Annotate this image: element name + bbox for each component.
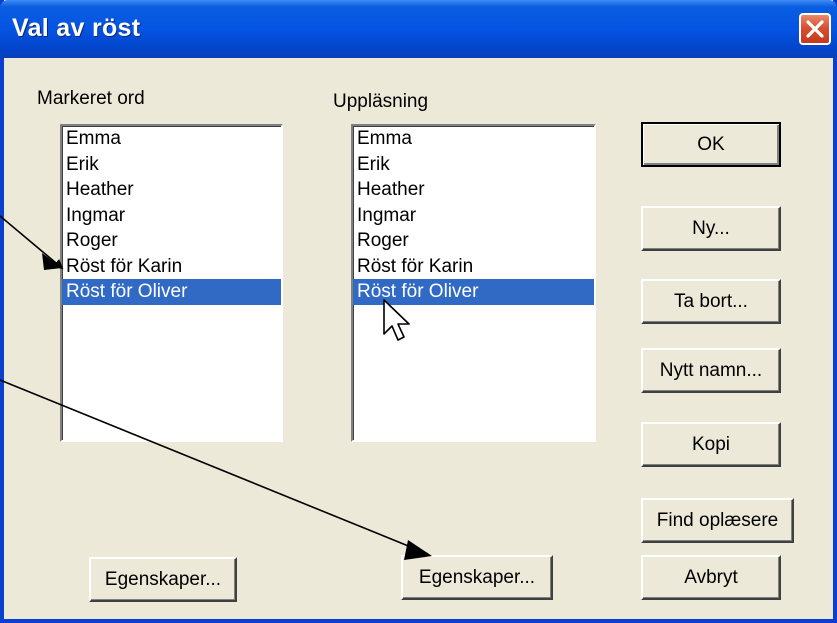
- new-button[interactable]: Ny...: [641, 206, 781, 251]
- right-properties-button[interactable]: Egenskaper...: [401, 555, 553, 600]
- copy-button[interactable]: Kopi: [641, 422, 781, 467]
- reading-voice-list-item[interactable]: Röst för Karin: [353, 254, 594, 280]
- remove-button[interactable]: Ta bort...: [641, 279, 781, 324]
- marked-word-list-item[interactable]: Emma: [62, 126, 281, 152]
- close-icon: [806, 20, 824, 38]
- rename-button[interactable]: Nytt namn...: [641, 348, 781, 393]
- close-button[interactable]: [799, 13, 831, 45]
- ok-button[interactable]: OK: [641, 122, 781, 167]
- marked-word-list-item[interactable]: Roger: [62, 228, 281, 254]
- reading-voice-list: Emma Erik Heather Ingmar Roger Röst för Karin…: [353, 126, 594, 305]
- reading-voice-list-item[interactable]: Röst för Oliver: [353, 279, 594, 305]
- marked-word-list-item[interactable]: Röst för Oliver: [62, 279, 281, 305]
- marked-word-list-item[interactable]: Röst för Karin: [62, 254, 281, 280]
- marked-word-list-item[interactable]: Ingmar: [62, 203, 281, 229]
- marked-word-label: Markeret ord: [37, 88, 145, 109]
- left-properties-button[interactable]: Egenskaper...: [89, 557, 237, 602]
- reading-voice-list-item[interactable]: Ingmar: [353, 203, 594, 229]
- reading-voice-list-item[interactable]: Heather: [353, 177, 594, 203]
- title-bar[interactable]: Val av röst: [0, 0, 837, 58]
- window-title: Val av röst: [12, 14, 141, 42]
- marked-word-list-item[interactable]: Erik: [62, 152, 281, 178]
- marked-word-listbox[interactable]: Emma Erik Heather Ingmar Roger Röst för Karin…: [60, 124, 283, 442]
- reading-voice-list-item[interactable]: Emma: [353, 126, 594, 152]
- reading-voice-list-item[interactable]: Roger: [353, 228, 594, 254]
- reading-voice-label: Uppläsning: [333, 91, 429, 112]
- cancel-button[interactable]: Avbryt: [641, 555, 781, 600]
- marked-word-list-item[interactable]: Heather: [62, 177, 281, 203]
- reading-voice-listbox[interactable]: Emma Erik Heather Ingmar Roger Röst för Karin…: [351, 124, 596, 442]
- find-readers-button[interactable]: Find oplæsere: [641, 498, 794, 543]
- marked-word-list: Emma Erik Heather Ingmar Roger Röst för Karin…: [62, 126, 281, 305]
- reading-voice-list-item[interactable]: Erik: [353, 152, 594, 178]
